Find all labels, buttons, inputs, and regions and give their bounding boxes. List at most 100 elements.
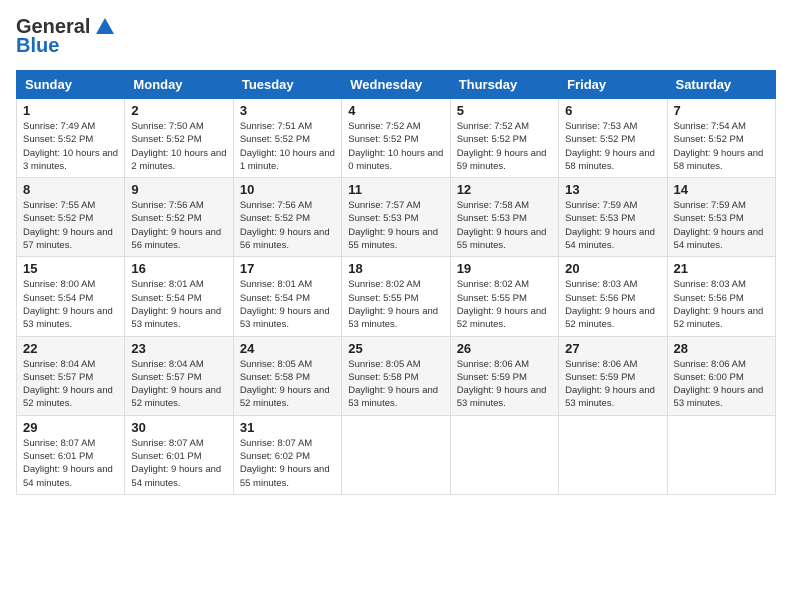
- header-friday: Friday: [559, 71, 667, 99]
- day-number: 28: [674, 341, 769, 356]
- day-info: Sunrise: 8:07 AMSunset: 6:01 PMDaylight:…: [131, 437, 226, 490]
- day-info: Sunrise: 7:51 AMSunset: 5:52 PMDaylight:…: [240, 120, 335, 173]
- day-number: 31: [240, 420, 335, 435]
- header-sunday: Sunday: [17, 71, 125, 99]
- day-number: 21: [674, 261, 769, 276]
- calendar-cell: 8 Sunrise: 7:55 AMSunset: 5:52 PMDaylight…: [17, 178, 125, 257]
- day-number: 27: [565, 341, 660, 356]
- day-number: 16: [131, 261, 226, 276]
- calendar-header-row: SundayMondayTuesdayWednesdayThursdayFrid…: [17, 71, 776, 99]
- calendar-cell: 9Sunrise: 7:56 AMSunset: 5:52 PMDaylight…: [125, 178, 233, 257]
- day-info: Sunrise: 8:07 AMSunset: 6:01 PMDaylight:…: [23, 437, 118, 490]
- day-number: 25: [348, 341, 443, 356]
- day-number: 6: [565, 103, 660, 118]
- logo: General Blue: [16, 16, 116, 58]
- day-number: 30: [131, 420, 226, 435]
- header-wednesday: Wednesday: [342, 71, 450, 99]
- calendar-cell: 31 Sunrise: 8:07 AMSunset: 6:02 PMDayligh…: [233, 415, 341, 494]
- logo-icon: [94, 16, 116, 38]
- calendar-cell: 28 Sunrise: 8:06 AMSunset: 6:00 PMDayligh…: [667, 336, 775, 415]
- day-info: Sunrise: 8:05 AMSunset: 5:58 PMDaylight:…: [348, 358, 443, 411]
- calendar-cell: 19 Sunrise: 8:02 AMSunset: 5:55 PMDayligh…: [450, 257, 558, 336]
- day-info: Sunrise: 8:00 AMSunset: 5:54 PMDaylight:…: [23, 278, 118, 331]
- calendar-week-3: 15 Sunrise: 8:00 AMSunset: 5:54 PMDayligh…: [17, 257, 776, 336]
- day-info: Sunrise: 8:01 AMSunset: 5:54 PMDaylight:…: [240, 278, 335, 331]
- header-monday: Monday: [125, 71, 233, 99]
- day-number: 22: [23, 341, 118, 356]
- calendar-cell: 16Sunrise: 8:01 AMSunset: 5:54 PMDayligh…: [125, 257, 233, 336]
- calendar-week-5: 29 Sunrise: 8:07 AMSunset: 6:01 PMDayligh…: [17, 415, 776, 494]
- day-info: Sunrise: 7:58 AMSunset: 5:53 PMDaylight:…: [457, 199, 552, 252]
- day-info: Sunrise: 8:06 AMSunset: 5:59 PMDaylight:…: [565, 358, 660, 411]
- calendar-cell: 18 Sunrise: 8:02 AMSunset: 5:55 PMDayligh…: [342, 257, 450, 336]
- calendar-week-4: 22 Sunrise: 8:04 AMSunset: 5:57 PMDayligh…: [17, 336, 776, 415]
- day-number: 1: [23, 103, 118, 118]
- calendar-cell: 15 Sunrise: 8:00 AMSunset: 5:54 PMDayligh…: [17, 257, 125, 336]
- day-number: 8: [23, 182, 118, 197]
- calendar-cell: 27 Sunrise: 8:06 AMSunset: 5:59 PMDayligh…: [559, 336, 667, 415]
- day-number: 15: [23, 261, 118, 276]
- day-number: 18: [348, 261, 443, 276]
- calendar-week-2: 8 Sunrise: 7:55 AMSunset: 5:52 PMDaylight…: [17, 178, 776, 257]
- day-number: 26: [457, 341, 552, 356]
- calendar-cell: 1 Sunrise: 7:49 AMSunset: 5:52 PMDaylight…: [17, 99, 125, 178]
- calendar-cell: 14Sunrise: 7:59 AMSunset: 5:53 PMDayligh…: [667, 178, 775, 257]
- calendar-cell: 13 Sunrise: 7:59 AMSunset: 5:53 PMDayligh…: [559, 178, 667, 257]
- day-info: Sunrise: 8:02 AMSunset: 5:55 PMDaylight:…: [348, 278, 443, 331]
- calendar-cell: 6 Sunrise: 7:53 AMSunset: 5:52 PMDaylight…: [559, 99, 667, 178]
- calendar-week-1: 1 Sunrise: 7:49 AMSunset: 5:52 PMDaylight…: [17, 99, 776, 178]
- page-header: General Blue: [16, 16, 776, 58]
- day-number: 2: [131, 103, 226, 118]
- calendar-cell: 10 Sunrise: 7:56 AMSunset: 5:52 PMDayligh…: [233, 178, 341, 257]
- day-number: 5: [457, 103, 552, 118]
- calendar-cell: 29 Sunrise: 8:07 AMSunset: 6:01 PMDayligh…: [17, 415, 125, 494]
- day-number: 3: [240, 103, 335, 118]
- calendar-cell: [342, 415, 450, 494]
- day-info: Sunrise: 7:49 AMSunset: 5:52 PMDaylight:…: [23, 120, 118, 173]
- header-thursday: Thursday: [450, 71, 558, 99]
- calendar-cell: [559, 415, 667, 494]
- calendar-cell: 20 Sunrise: 8:03 AMSunset: 5:56 PMDayligh…: [559, 257, 667, 336]
- day-number: 19: [457, 261, 552, 276]
- day-number: 12: [457, 182, 552, 197]
- day-number: 14: [674, 182, 769, 197]
- day-info: Sunrise: 7:59 AMSunset: 5:53 PMDaylight:…: [565, 199, 660, 252]
- day-info: Sunrise: 7:50 AMSunset: 5:52 PMDaylight:…: [131, 120, 226, 173]
- header-tuesday: Tuesday: [233, 71, 341, 99]
- day-info: Sunrise: 8:04 AMSunset: 5:57 PMDaylight:…: [23, 358, 118, 411]
- day-info: Sunrise: 8:05 AMSunset: 5:58 PMDaylight:…: [240, 358, 335, 411]
- day-number: 10: [240, 182, 335, 197]
- day-number: 13: [565, 182, 660, 197]
- day-info: Sunrise: 8:03 AMSunset: 5:56 PMDaylight:…: [674, 278, 769, 331]
- calendar-cell: 17Sunrise: 8:01 AMSunset: 5:54 PMDayligh…: [233, 257, 341, 336]
- day-info: Sunrise: 8:04 AMSunset: 5:57 PMDaylight:…: [131, 358, 226, 411]
- calendar-cell: 21 Sunrise: 8:03 AMSunset: 5:56 PMDayligh…: [667, 257, 775, 336]
- day-info: Sunrise: 8:02 AMSunset: 5:55 PMDaylight:…: [457, 278, 552, 331]
- day-number: 23: [131, 341, 226, 356]
- day-info: Sunrise: 7:55 AMSunset: 5:52 PMDaylight:…: [23, 199, 118, 252]
- calendar-cell: 25 Sunrise: 8:05 AMSunset: 5:58 PMDayligh…: [342, 336, 450, 415]
- day-number: 11: [348, 182, 443, 197]
- day-info: Sunrise: 7:53 AMSunset: 5:52 PMDaylight:…: [565, 120, 660, 173]
- day-number: 24: [240, 341, 335, 356]
- calendar-cell: 23 Sunrise: 8:04 AMSunset: 5:57 PMDayligh…: [125, 336, 233, 415]
- day-info: Sunrise: 8:07 AMSunset: 6:02 PMDaylight:…: [240, 437, 335, 490]
- day-number: 4: [348, 103, 443, 118]
- day-number: 20: [565, 261, 660, 276]
- day-number: 7: [674, 103, 769, 118]
- calendar-cell: 7Sunrise: 7:54 AMSunset: 5:52 PMDaylight…: [667, 99, 775, 178]
- header-saturday: Saturday: [667, 71, 775, 99]
- day-info: Sunrise: 7:56 AMSunset: 5:52 PMDaylight:…: [240, 199, 335, 252]
- calendar-cell: 30 Sunrise: 8:07 AMSunset: 6:01 PMDayligh…: [125, 415, 233, 494]
- calendar-cell: [667, 415, 775, 494]
- day-number: 29: [23, 420, 118, 435]
- day-info: Sunrise: 8:06 AMSunset: 6:00 PMDaylight:…: [674, 358, 769, 411]
- calendar-cell: 12 Sunrise: 7:58 AMSunset: 5:53 PMDayligh…: [450, 178, 558, 257]
- day-info: Sunrise: 7:52 AMSunset: 5:52 PMDaylight:…: [348, 120, 443, 173]
- calendar-cell: 26Sunrise: 8:06 AMSunset: 5:59 PMDayligh…: [450, 336, 558, 415]
- day-info: Sunrise: 7:52 AMSunset: 5:52 PMDaylight:…: [457, 120, 552, 173]
- day-info: Sunrise: 8:03 AMSunset: 5:56 PMDaylight:…: [565, 278, 660, 331]
- calendar-cell: 5 Sunrise: 7:52 AMSunset: 5:52 PMDaylight…: [450, 99, 558, 178]
- calendar-cell: [450, 415, 558, 494]
- calendar-cell: 24 Sunrise: 8:05 AMSunset: 5:58 PMDayligh…: [233, 336, 341, 415]
